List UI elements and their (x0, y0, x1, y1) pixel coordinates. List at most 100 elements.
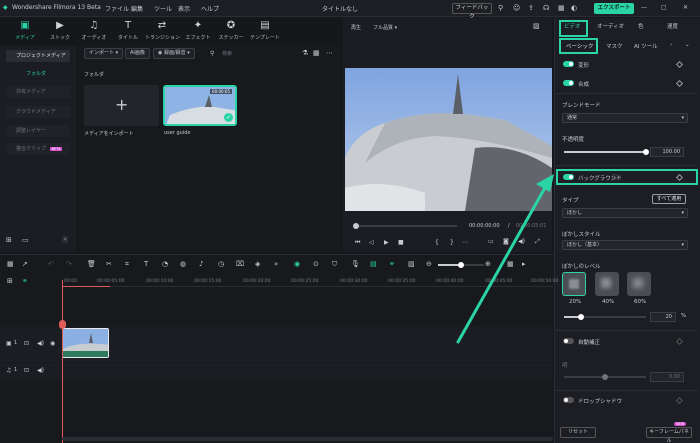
upload-icon[interactable]: ⇪ (528, 4, 534, 12)
stop-icon[interactable]: ■ (398, 239, 404, 246)
ai-image-button[interactable]: AI画像 (125, 48, 150, 59)
close-icon[interactable]: ✕ (683, 4, 688, 11)
minimize-icon[interactable]: — (641, 4, 647, 11)
drop-shadow-toggle[interactable] (563, 397, 574, 403)
tab-template[interactable]: ▤ テンプレート (248, 20, 282, 41)
tab-effect[interactable]: ✦ エフェクト (181, 20, 215, 41)
info-icon[interactable]: ⓘ (612, 173, 618, 181)
tab-transition[interactable]: ⇄ トランジション (145, 20, 180, 41)
playhead-handle[interactable] (59, 320, 66, 329)
subtab-ai-tools[interactable]: AI ツール (634, 42, 658, 50)
snap-icon[interactable]: ◉ (294, 260, 300, 268)
sidebar-item-compound-clip[interactable]: 複合クリップ BETA (6, 143, 70, 155)
delete-icon[interactable]: 🗑 (87, 260, 96, 268)
tab-speed[interactable]: 速度 (667, 22, 678, 30)
tab-video[interactable]: ビデオ (564, 22, 581, 30)
subtab-more-icon[interactable]: › (670, 42, 672, 48)
export-button[interactable]: エクスポート (594, 3, 634, 14)
mark-in-icon[interactable]: { (435, 239, 439, 246)
sidebar-item-cloud-media[interactable]: クラウドメディア (6, 106, 70, 118)
tab-stock[interactable]: ▶ ストック (43, 20, 77, 41)
blur-slider-handle[interactable] (578, 314, 584, 320)
link-icon[interactable]: ⚭ (389, 260, 395, 268)
speed-icon[interactable]: ◔ (162, 260, 168, 268)
opacity-slider[interactable] (564, 149, 649, 155)
transform-toggle[interactable] (563, 61, 574, 67)
sidebar-item-folder[interactable]: フォルダ (26, 70, 46, 77)
blur-value-input[interactable]: 20 (650, 312, 676, 322)
menu-view[interactable]: 表示 (178, 4, 190, 13)
auto-correct-toggle[interactable] (563, 338, 574, 344)
subtab-expand-icon[interactable]: ⌄ (685, 42, 690, 48)
sidebar-item-shared-media[interactable]: 共有メディア (6, 86, 70, 98)
blur-slider[interactable] (564, 314, 646, 320)
apply-all-button[interactable]: すべて適用 (652, 194, 686, 204)
ai-icon[interactable]: ▤ (370, 260, 377, 268)
preview-progress-track[interactable] (353, 223, 457, 229)
reset-button[interactable]: リセット (560, 427, 596, 438)
mic-icon[interactable]: 🎙 (351, 260, 360, 268)
collapse-icon[interactable]: ‹ (62, 236, 69, 243)
undo-icon[interactable]: ↶ (48, 260, 54, 268)
record-button[interactable]: ◉ 録画/録音 ▾ (153, 48, 195, 59)
audio-adjust-icon[interactable]: ♪ (199, 260, 203, 268)
type-select[interactable]: ぼかし ▾ (562, 208, 688, 218)
track-volume-icon[interactable]: ◀) (37, 367, 44, 374)
brightness-input[interactable]: 0.00 (650, 372, 684, 382)
tab-audio[interactable]: ♫ オーディオ (77, 20, 111, 41)
subtab-mask[interactable]: マスク (606, 42, 623, 50)
timer-icon[interactable]: ◷ (218, 260, 224, 268)
crop-icon[interactable]: ⌗ (125, 260, 129, 269)
sidebar-item-project-media[interactable]: プロジェクトメディア (6, 50, 70, 62)
redo-icon[interactable]: ↷ (66, 260, 72, 268)
menu-tools[interactable]: ツール (154, 4, 172, 13)
grid-icon[interactable]: ▦ (558, 4, 565, 12)
select-tool-icon[interactable]: ➚ (22, 260, 28, 268)
playhead[interactable] (62, 280, 63, 443)
lock-icon[interactable]: ⊡ (24, 367, 29, 374)
blur-preset-40[interactable] (595, 272, 619, 296)
headset-icon[interactable]: ☊ (543, 4, 549, 12)
zoom-out-icon[interactable]: ⊖ (426, 260, 432, 268)
blend-mode-select[interactable]: 通常 ▾ (562, 113, 688, 123)
freeze-icon[interactable]: ⌧ (236, 260, 244, 268)
blur-style-select[interactable]: ぼかし（基本） ▾ (562, 240, 688, 250)
maximize-icon[interactable]: ▢ (661, 4, 667, 11)
user-icon[interactable]: ☺ (513, 4, 520, 12)
tab-sticker[interactable]: ✪ ステッカー (214, 20, 248, 41)
background-toggle[interactable] (563, 174, 574, 180)
shield-icon[interactable]: ⛉ (332, 260, 337, 269)
feedback-button[interactable]: フィードバック (452, 3, 492, 20)
play-icon[interactable]: ▶ (384, 239, 389, 246)
timeline-video-clip[interactable] (62, 328, 109, 358)
search-input[interactable]: 検索 (222, 50, 232, 57)
preview-progress-handle[interactable] (353, 223, 359, 229)
new-folder-icon[interactable]: ⊞ (6, 236, 12, 244)
theme-icon[interactable]: ◐ (571, 4, 577, 12)
layout-icon[interactable]: ▦ (7, 260, 14, 268)
text-icon[interactable]: T (144, 260, 148, 268)
blur-preset-20[interactable] (562, 272, 586, 296)
play-back-icon[interactable]: ◁ (369, 239, 374, 246)
filter-icon[interactable]: ⚗ (302, 49, 308, 57)
import-media-tile[interactable]: + (84, 85, 159, 126)
tab-media[interactable]: ▣ メディア (8, 20, 42, 41)
link-track-icon[interactable]: ⚭ (22, 277, 28, 285)
menu-edit[interactable]: 編集 (131, 4, 143, 13)
blur-preset-60[interactable] (627, 272, 651, 296)
import-button[interactable]: インポート ▾ (84, 48, 124, 59)
keyframe-icon[interactable]: ◈ (255, 260, 260, 268)
render-icon[interactable]: ⊙ (313, 260, 319, 268)
color-icon[interactable]: ◍ (180, 260, 186, 268)
opacity-input[interactable]: 100.00 (650, 147, 684, 157)
menu-help[interactable]: ヘルプ (201, 4, 219, 13)
folder-icon[interactable]: ▭ (22, 236, 29, 244)
lock-icon[interactable]: ⊡ (24, 340, 29, 347)
tab-audio-props[interactable]: オーディオ (597, 22, 624, 30)
tab-color[interactable]: 色 (638, 22, 644, 30)
prev-frame-icon[interactable]: ⏮ (355, 239, 360, 247)
menu-file[interactable]: ファイル (105, 4, 129, 13)
snapshot-image-icon[interactable]: ▨ (533, 22, 540, 30)
track-volume-icon[interactable]: ◀) (37, 340, 44, 347)
split-icon[interactable]: ✂ (106, 260, 112, 268)
